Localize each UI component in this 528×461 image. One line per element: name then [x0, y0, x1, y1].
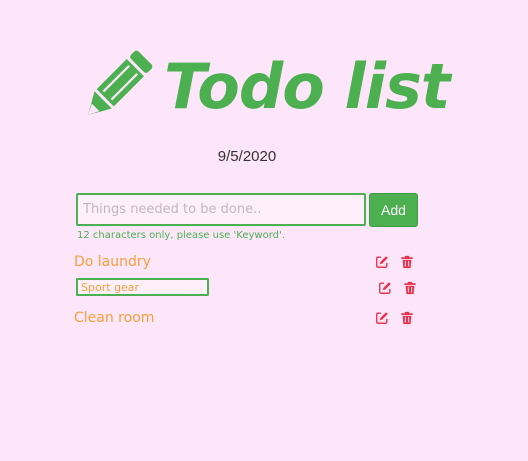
current-date: 9/5/2020	[217, 148, 277, 165]
edit-icon[interactable]	[375, 311, 389, 325]
edit-icon[interactable]	[375, 255, 389, 269]
edit-icon[interactable]	[378, 281, 392, 295]
trash-icon[interactable]	[403, 281, 417, 295]
todo-item: Clean room	[0, 306, 528, 330]
todo-text: Do laundry	[74, 254, 151, 270]
todo-item: Do laundry	[0, 250, 528, 274]
pencil-icon	[88, 50, 153, 115]
app-title: Todo list	[164, 50, 450, 123]
add-button[interactable]: Add	[369, 193, 418, 227]
trash-icon[interactable]	[400, 311, 414, 325]
header: Todo list	[78, 44, 450, 130]
todo-item-editing	[0, 276, 528, 300]
character-limit-hint: 12 characters only, please use 'Keyword'…	[77, 230, 285, 241]
trash-icon[interactable]	[400, 255, 414, 269]
todo-edit-input[interactable]	[76, 278, 209, 296]
new-task-input[interactable]	[76, 193, 366, 226]
todo-text: Clean room	[74, 310, 155, 326]
